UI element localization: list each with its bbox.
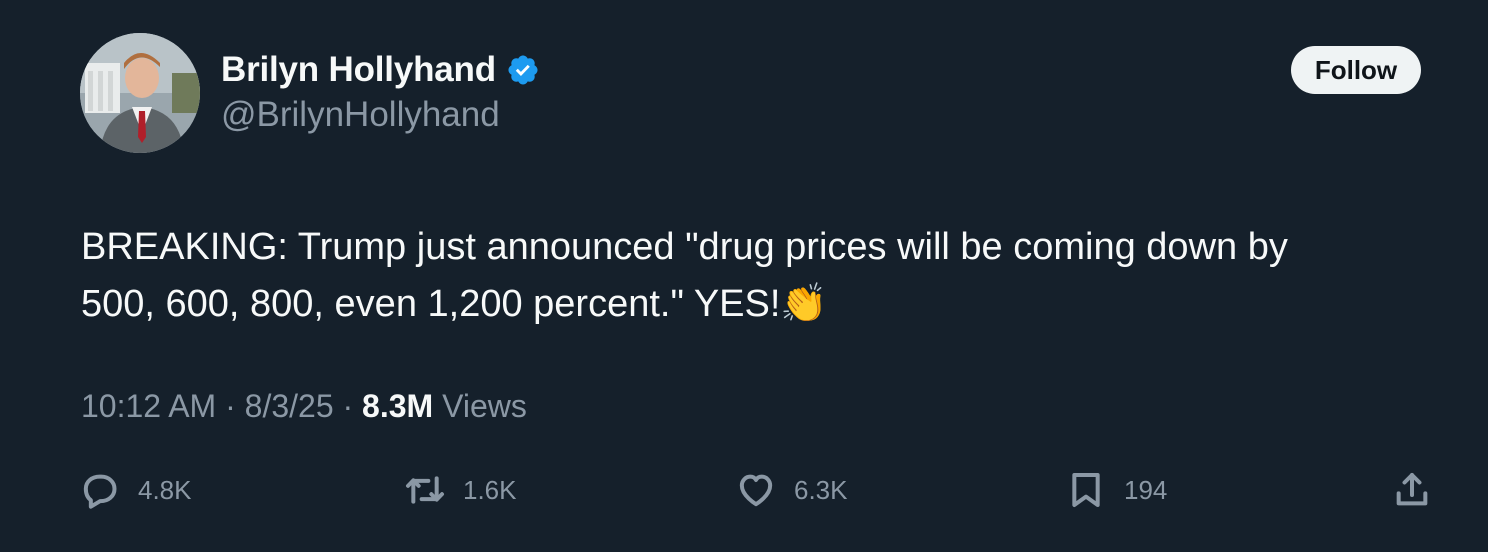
meta-separator: ·: [216, 388, 245, 424]
tweet-metadata: 10:12 AM · 8/3/25 · 8.3M Views: [81, 388, 527, 425]
views-count: 8.3M: [362, 388, 434, 424]
bookmark-icon: [1072, 473, 1100, 507]
share-icon: [1396, 473, 1428, 506]
author-display-name[interactable]: Brilyn Hollyhand: [221, 50, 496, 90]
author-name-row: Brilyn Hollyhand: [221, 48, 540, 92]
author-handle[interactable]: @BrilynHollyhand: [221, 95, 500, 135]
tweet-card: Brilyn Hollyhand @BrilynHollyhand Follow…: [0, 0, 1488, 552]
bookmark-count: 194: [1124, 474, 1168, 505]
meta-separator: ·: [333, 388, 363, 424]
like-count: 6.3K: [794, 474, 848, 505]
tweet-text: BREAKING: Trump just announced "drug pri…: [81, 226, 1288, 325]
views-label: Views: [433, 388, 527, 424]
share-button[interactable]: [1392, 468, 1432, 512]
tweet-actions-bar: 4.8K 1.6K 6.3K 194: [0, 468, 1488, 512]
bookmark-button[interactable]: 194: [1066, 468, 1167, 512]
avatar-photo: [80, 33, 200, 153]
retweet-button[interactable]: 1.6K: [405, 468, 517, 512]
reply-icon: [83, 474, 117, 509]
like-button[interactable]: 6.3K: [736, 468, 848, 512]
tweet-date[interactable]: 8/3/25: [245, 388, 334, 424]
tweet-time[interactable]: 10:12 AM: [81, 388, 216, 424]
follow-button[interactable]: Follow: [1291, 46, 1421, 94]
reply-count: 4.8K: [138, 474, 192, 505]
retweet-icon: [406, 476, 444, 504]
retweet-count: 1.6K: [463, 474, 517, 505]
reply-button[interactable]: 4.8K: [80, 468, 192, 512]
heart-icon: [739, 474, 773, 507]
avatar[interactable]: [80, 33, 200, 153]
verified-badge-icon[interactable]: [506, 53, 540, 87]
